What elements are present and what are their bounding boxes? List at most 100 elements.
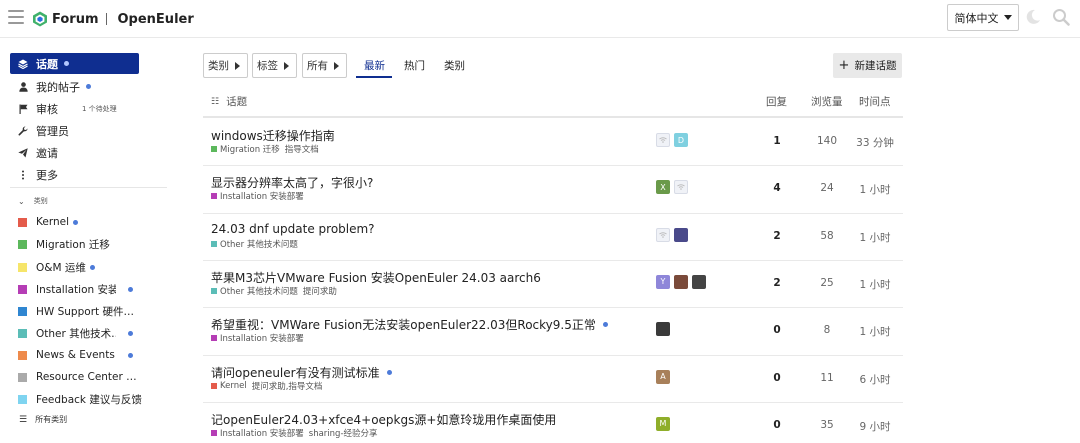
user-icon — [16, 81, 30, 92]
topic-tags[interactable]: 指导文档 — [285, 143, 319, 155]
topic-last-activity[interactable]: 1 小时 — [853, 277, 897, 292]
sidebar-item-admin[interactable]: 管理员 — [10, 120, 139, 141]
topic-category-link[interactable]: Installation 安装部署 — [220, 332, 304, 344]
sidebar-category-hw-support[interactable]: HW Support 硬件… — [18, 301, 168, 321]
topic-category-link[interactable]: Installation 安装部署 — [220, 427, 304, 439]
activity-column-header[interactable]: 时间点 — [859, 94, 891, 109]
topic-title[interactable]: 苹果M3芯片VMware Fusion 安装OpenEuler 24.03 aa… — [211, 269, 541, 286]
topic-tags[interactable]: 提问求助,指导文档 — [252, 380, 323, 392]
default-avatar-icon[interactable] — [674, 180, 688, 195]
poster-avatar[interactable]: A — [656, 369, 670, 384]
tab-categories[interactable]: 类别 — [444, 58, 465, 73]
poster-avatar[interactable] — [674, 227, 688, 242]
poster-avatar[interactable] — [674, 274, 688, 289]
sidebar-category-news-events[interactable]: News & Events … — [18, 345, 168, 365]
moon-icon[interactable] — [1025, 9, 1041, 25]
topic-last-activity[interactable]: 1 小时 — [853, 230, 897, 245]
logo-forum-text: Forum — [52, 11, 99, 27]
wifi-placeholder-icon — [659, 231, 667, 238]
poster-avatar[interactable]: D — [674, 133, 688, 147]
topic-meta: Installation 安装部署 — [211, 332, 304, 344]
unread-dot — [89, 264, 95, 270]
category-filter-dropdown[interactable]: 类别 — [203, 53, 248, 78]
unread-dot — [128, 352, 133, 358]
sidebar-category-other[interactable]: Other 其他技术… — [18, 323, 168, 343]
row-divider — [203, 354, 903, 356]
tab-hot[interactable]: 热门 — [404, 58, 425, 73]
views-column-header[interactable]: 浏览量 — [811, 94, 843, 109]
category-label: Migration 迁移 — [36, 238, 110, 251]
sidebar-item-review[interactable]: 审核 1 个待处理 — [10, 98, 139, 119]
topic-tags[interactable]: 提问求助 — [303, 285, 337, 297]
poster-avatar[interactable]: X — [656, 180, 670, 195]
sidebar-item-more[interactable]: 更多 — [10, 164, 139, 185]
topic-category-link[interactable]: Installation 安装部署 — [220, 190, 304, 202]
topic-title[interactable]: 24.03 dnf update problem? — [211, 222, 375, 236]
default-avatar-icon[interactable] — [656, 227, 670, 242]
hamburger-menu-icon[interactable] — [8, 10, 24, 24]
poster-avatar[interactable]: Y — [656, 274, 670, 289]
poster-avatar[interactable] — [692, 274, 706, 289]
topic-last-activity[interactable]: 1 小时 — [853, 182, 897, 197]
topic-title[interactable]: 记openEuler24.03+xfce4+oepkgs源+如意玲珑用作桌面使用 — [211, 411, 556, 428]
topic-title-link[interactable]: windows迁移操作指南 — [211, 127, 335, 144]
sidebar-item-topics[interactable]: 话题 — [10, 53, 139, 74]
sidebar-category-migration[interactable]: Migration 迁移 — [18, 234, 168, 254]
site-logo[interactable]: Forum OpenEuler — [32, 9, 194, 29]
replies-column-header[interactable]: 回复 — [766, 94, 787, 109]
topic-title-link[interactable]: 显示器分辨率太高了，字很小? — [211, 174, 373, 191]
topic-last-activity[interactable]: 1 小时 — [853, 324, 897, 339]
topic-title[interactable]: 显示器分辨率太高了，字很小? — [211, 174, 373, 191]
new-topic-button[interactable]: + 新建话题 — [833, 53, 902, 78]
topic-column-header[interactable]: ☷ 话题 — [211, 94, 247, 109]
list-icon: ☰ — [19, 414, 28, 425]
topic-title-link[interactable]: 请问openeuler有没有测试标准 — [211, 364, 392, 381]
category-label: Resource Center … — [36, 371, 136, 383]
category-color-badge — [18, 284, 27, 294]
all-categories-link[interactable]: ☰ 所有类别 — [19, 414, 67, 425]
topic-meta: Installation 安装部署 — [211, 190, 304, 202]
flag-icon — [16, 104, 30, 114]
topic-category-link[interactable]: Other 其他技术问题 — [220, 285, 298, 297]
topic-reply-count: 0 — [773, 418, 781, 431]
site-header: Forum OpenEuler 简体中文 — [0, 0, 1080, 38]
openeuler-logo-icon — [33, 11, 47, 27]
more-vertical-icon — [16, 170, 30, 180]
sidebar-category-installation[interactable]: Installation 安装… — [18, 279, 168, 299]
topic-last-activity[interactable]: 33 分钟 — [853, 135, 897, 150]
sidebar-item-label: 我的帖子 — [36, 80, 80, 94]
topic-title-link[interactable]: 希望重视：VMWare Fusion无法安装openEuler22.03但Roc… — [211, 316, 608, 333]
scope-filter-dropdown[interactable]: 所有 — [302, 53, 347, 78]
sidebar-category-om[interactable]: O&M 运维 — [18, 257, 168, 277]
topic-last-activity[interactable]: 6 小时 — [853, 372, 897, 387]
default-avatar-icon[interactable] — [656, 133, 670, 147]
topic-title[interactable]: 希望重视：VMWare Fusion无法安装openEuler22.03但Roc… — [211, 316, 596, 333]
row-divider — [203, 259, 903, 261]
topic-category-link[interactable]: Other 其他技术问题 — [220, 238, 298, 250]
topic-last-activity[interactable]: 9 小时 — [853, 419, 897, 434]
language-selector[interactable]: 简体中文 — [947, 4, 1019, 31]
sidebar-item-my-posts[interactable]: 我的帖子 — [10, 76, 139, 97]
row-divider — [203, 165, 903, 167]
topic-category-link[interactable]: Kernel — [220, 381, 247, 391]
tab-latest[interactable]: 最新 — [364, 58, 385, 73]
all-categories-label: 所有类别 — [35, 415, 68, 424]
sidebar-category-kernel[interactable]: Kernel — [18, 212, 168, 232]
sidebar-category-feedback[interactable]: Feedback 建议与反馈 — [18, 389, 168, 409]
topic-title[interactable]: 请问openeuler有没有测试标准 — [211, 364, 380, 381]
sidebar-item-invite[interactable]: 邀请 — [10, 142, 139, 163]
categories-section-header[interactable]: ⌄ 类别 — [18, 196, 48, 206]
poster-avatar[interactable]: M — [656, 416, 670, 431]
sidebar-category-resource-center[interactable]: Resource Center … — [18, 367, 168, 387]
topic-title[interactable]: windows迁移操作指南 — [211, 127, 335, 144]
topic-category-link[interactable]: Migration 迁移 — [220, 143, 280, 155]
topic-title-link[interactable]: 苹果M3芯片VMware Fusion 安装OpenEuler 24.03 aa… — [211, 269, 541, 286]
topic-tags[interactable]: sharing-经验分享 — [309, 427, 378, 439]
topic-title-link[interactable]: 24.03 dnf update problem? — [211, 222, 375, 236]
poster-avatar[interactable] — [656, 322, 670, 337]
topic-title-link[interactable]: 记openEuler24.03+xfce4+oepkgs源+如意玲珑用作桌面使用 — [211, 411, 556, 428]
layers-icon — [16, 59, 30, 69]
topic-view-count: 8 — [823, 324, 831, 337]
tags-filter-dropdown[interactable]: 标签 — [252, 53, 297, 78]
search-icon[interactable] — [1052, 8, 1070, 26]
